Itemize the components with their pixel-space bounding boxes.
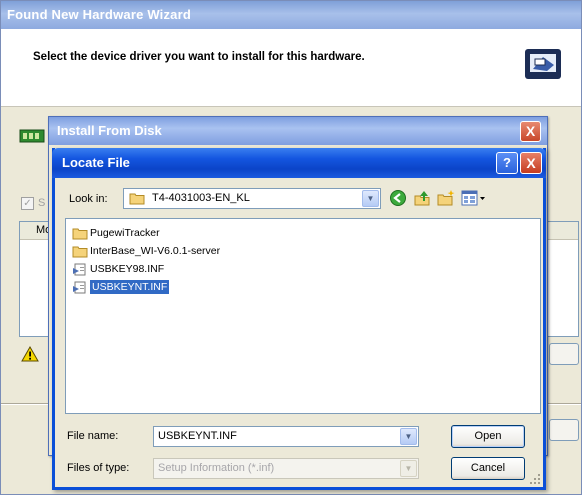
install-from-disk-title: Install From Disk (57, 123, 162, 138)
file-name-value: USBKEYNT.INF (158, 430, 237, 442)
show-compatible-checkbox[interactable]: ✓ (21, 197, 34, 210)
setup-information-file-icon (73, 281, 86, 294)
chevron-down-icon[interactable]: ▼ (400, 428, 417, 445)
chevron-down-icon[interactable]: ▼ (362, 190, 379, 207)
wizard-header-text: Select the device driver you want to ins… (33, 51, 365, 63)
files-of-type-label: Files of type: (67, 462, 130, 474)
resize-grip-icon[interactable] (529, 473, 541, 485)
folder-icon (129, 193, 145, 205)
wizard-title-bar: Found New Hardware Wizard (1, 1, 581, 29)
have-disk-button[interactable] (549, 343, 579, 365)
show-compatible-label: S (38, 197, 46, 209)
install-from-disk-close-button[interactable]: X (520, 121, 541, 142)
wizard-title: Found New Hardware Wizard (7, 7, 192, 22)
files-of-type-dropdown[interactable]: Setup Information (*.inf) ▼ (153, 458, 419, 479)
wizard-header: Select the device driver you want to ins… (1, 29, 581, 107)
warning-icon (21, 346, 39, 362)
folder-icon (72, 228, 88, 240)
file-name-combobox[interactable]: USBKEYNT.INF ▼ (153, 426, 419, 447)
locate-file-title-bar: Locate File ? X (52, 148, 546, 178)
file-name-text: PugewiTracker (90, 227, 160, 239)
look-in-dropdown[interactable]: T4-4031003-EN_KL ▼ (123, 188, 381, 209)
look-in-label: Look in: (69, 193, 108, 205)
hardware-install-icon (525, 49, 561, 79)
new-folder-icon[interactable] (437, 189, 455, 207)
file-name-text: InterBase_WI-V6.0.1-server (90, 245, 221, 257)
look-in-value: T4-4031003-EN_KL (152, 192, 250, 204)
chevron-down-icon[interactable]: ▼ (400, 460, 417, 477)
view-menu-icon[interactable] (461, 189, 487, 207)
install-from-disk-title-bar: Install From Disk X (49, 117, 547, 145)
file-name-text: USBKEY98.INF (90, 263, 165, 275)
open-button[interactable]: Open (451, 425, 525, 448)
wizard-next-button[interactable] (549, 419, 579, 441)
list-item[interactable]: USBKEY98.INF (70, 261, 164, 278)
folder-icon (72, 246, 88, 258)
file-name-text: USBKEYNT.INF (90, 280, 170, 294)
list-item[interactable]: InterBase_WI-V6.0.1-server (70, 243, 220, 260)
locate-file-close-button[interactable]: X (520, 152, 542, 174)
cancel-button[interactable]: Cancel (451, 457, 525, 480)
file-list-pane[interactable]: PugewiTracker InterBase_WI-V6.0.1-server… (65, 218, 541, 414)
back-icon[interactable] (389, 189, 407, 207)
hardware-device-icon (19, 129, 45, 143)
list-item[interactable]: PugewiTracker (70, 225, 160, 242)
up-folder-icon[interactable] (413, 189, 431, 207)
help-button[interactable]: ? (496, 152, 518, 174)
locate-file-dialog: Locate File ? X Look in: T4-4031003-EN_K… (52, 148, 546, 490)
setup-information-file-icon (73, 263, 86, 276)
files-of-type-value: Setup Information (*.inf) (158, 462, 275, 474)
list-item-selected[interactable]: USBKEYNT.INF (70, 279, 170, 296)
locate-file-title: Locate File (62, 155, 130, 170)
file-name-label: File name: (67, 430, 119, 442)
